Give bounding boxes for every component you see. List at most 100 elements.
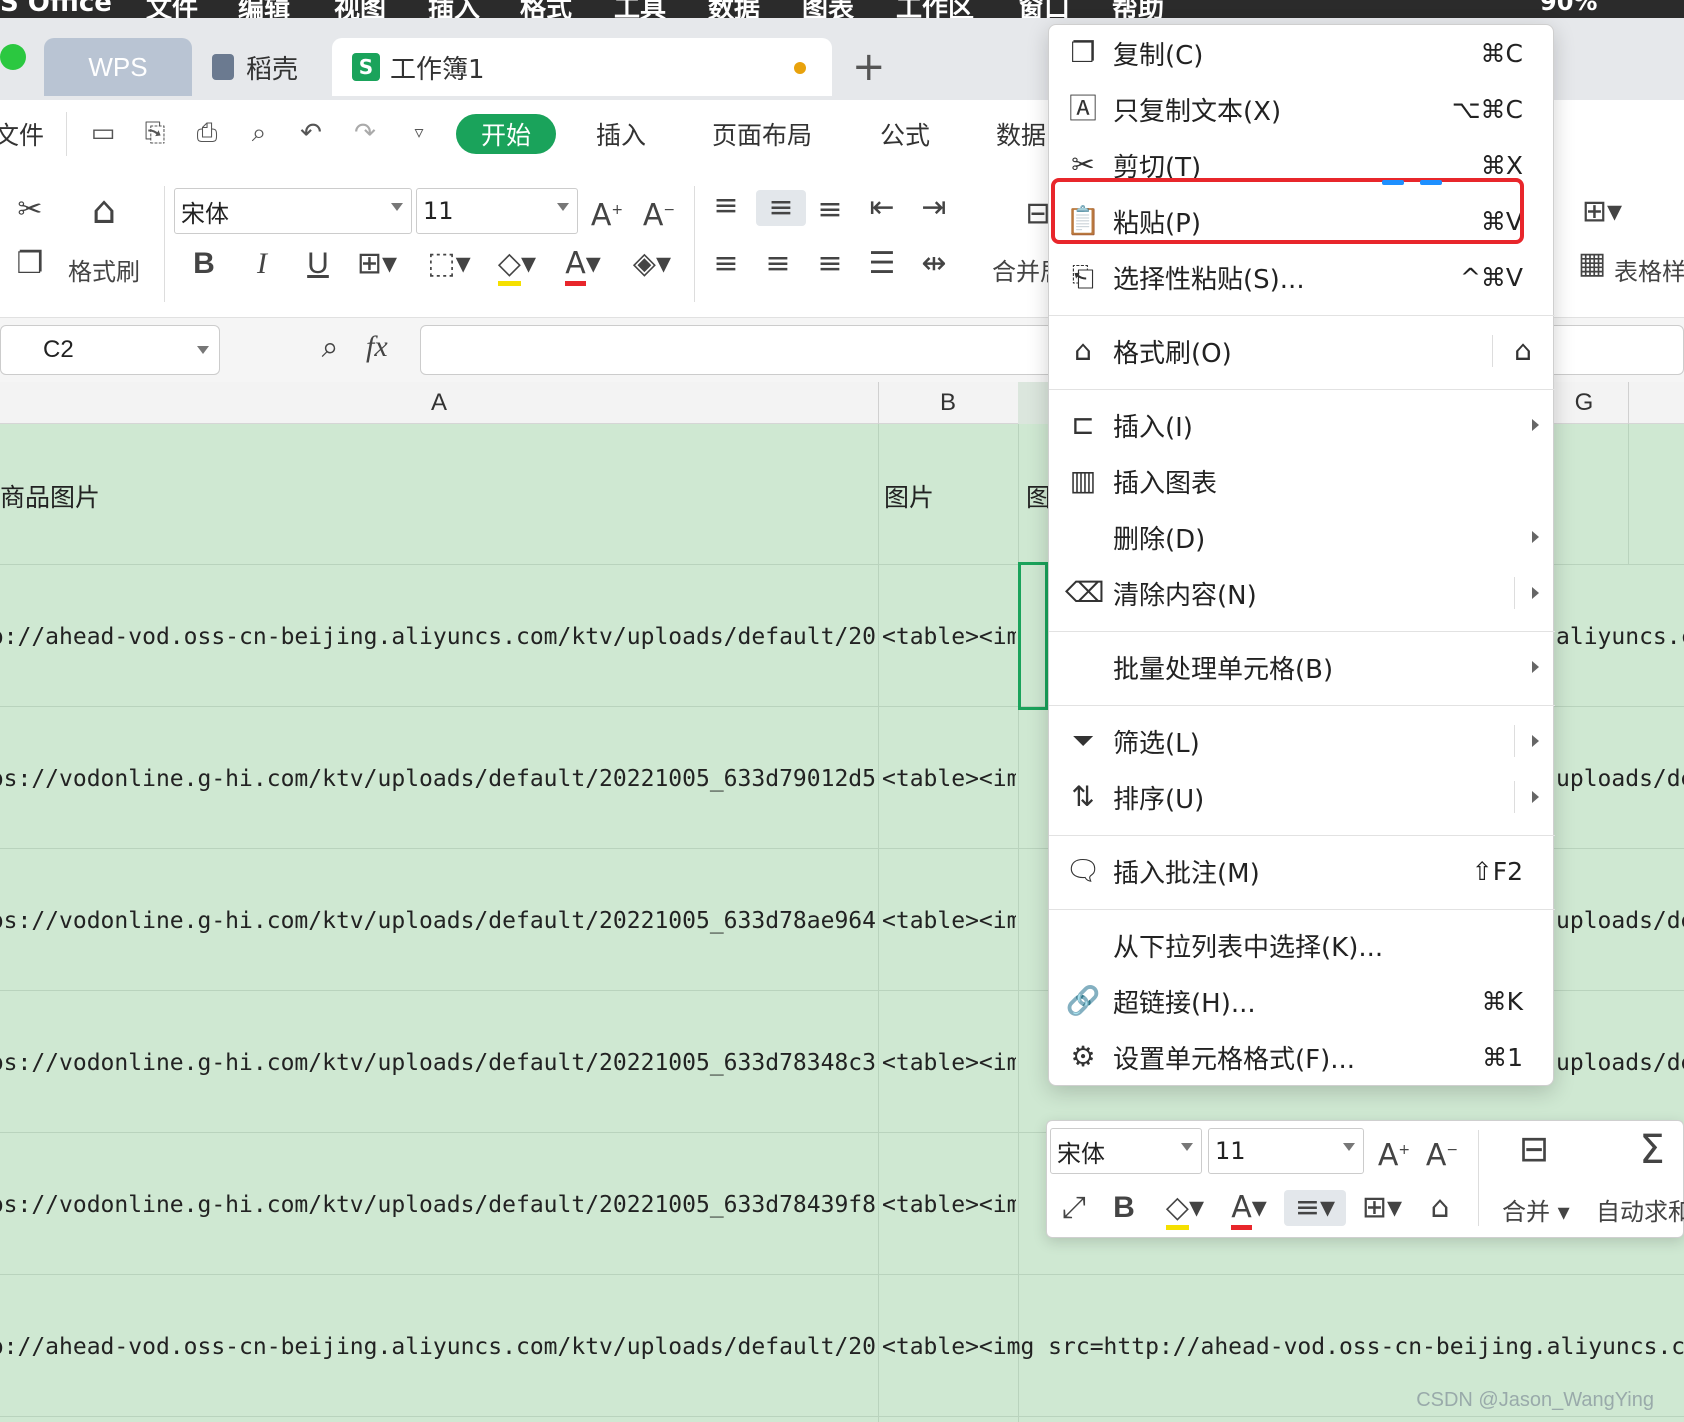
column-header-g[interactable]: G <box>1554 382 1614 424</box>
table-style-grid-icon[interactable]: ⊞▾ <box>1572 194 1632 230</box>
table-style-icon[interactable]: ▦ <box>1572 246 1612 282</box>
tab-data[interactable]: 数据 <box>996 116 1046 152</box>
font-color-icon[interactable]: A▾ <box>558 246 608 286</box>
mac-menu-help[interactable]: 帮助 <box>1112 0 1164 18</box>
align-right-icon[interactable]: ≡ <box>810 246 850 282</box>
tab-workbook[interactable]: S 工作簿1 <box>332 38 832 96</box>
mini-font-color-icon[interactable]: A▾ <box>1222 1190 1276 1230</box>
cell-b5[interactable]: <table><img <box>882 1050 1016 1076</box>
align-left-icon[interactable]: ≡ <box>706 246 746 282</box>
tab-daoke[interactable]: 稻壳 <box>206 38 336 96</box>
tab-start[interactable]: 开始 <box>456 114 556 154</box>
menu-item-pick-list[interactable]: 从下拉列表中选择(K)... <box>1049 917 1555 973</box>
tab-wps[interactable]: WPS <box>44 38 192 96</box>
mini-increase-font-icon[interactable]: A+ <box>1374 1132 1414 1174</box>
app-name[interactable]: S Office <box>0 0 112 18</box>
new-tab-button[interactable]: + <box>852 44 886 90</box>
cell-b6[interactable]: <table><img <box>882 1192 1016 1218</box>
menu-item-format-cells[interactable]: ⚙ 设置单元格格式(F)... ⌘1 <box>1049 1029 1555 1085</box>
menu-item-paste-special[interactable]: ⎗ 选择性粘贴(S)... ^⌘V <box>1049 249 1555 305</box>
cut-icon[interactable]: ✂ <box>10 192 50 228</box>
distribute-icon[interactable]: ⇹ <box>914 246 954 282</box>
cell-g5[interactable]: uploads/defau <box>1556 1050 1684 1076</box>
name-box[interactable]: C2 <box>0 325 220 375</box>
tab-page-layout[interactable]: 页面布局 <box>712 116 812 152</box>
font-name-select[interactable]: 宋体 <box>174 188 412 234</box>
increase-indent-icon[interactable]: ⇥ <box>914 190 954 226</box>
tab-formula[interactable]: 公式 <box>880 116 930 152</box>
mini-font-size-select[interactable]: 11 <box>1208 1128 1364 1174</box>
print-icon[interactable]: ⎙ <box>192 118 222 148</box>
clear-format-icon[interactable]: ◈▾ <box>624 246 680 282</box>
cell-a1[interactable]: 商品图片 <box>0 478 870 514</box>
align-bottom-icon[interactable]: ≡ <box>810 192 850 228</box>
format-painter-lock-icon[interactable]: ⌂ <box>1505 333 1541 369</box>
cell-g2[interactable]: aliyuncs.com <box>1556 624 1684 650</box>
menu-item-sort[interactable]: ⇅ 排序(U) <box>1049 769 1555 825</box>
cell-b7[interactable]: <table><img src=http://ahead-vod.oss-cn-… <box>882 1334 1684 1360</box>
undo-icon[interactable]: ↶ <box>296 118 326 148</box>
menu-item-format-painter[interactable]: ⌂ 格式刷(O) ⌂ <box>1049 323 1555 379</box>
mac-menu-tools[interactable]: 工具 <box>614 0 666 18</box>
menu-item-batch[interactable]: 批量处理单元格(B) <box>1049 639 1555 695</box>
decrease-font-icon[interactable]: A− <box>640 192 678 234</box>
underline-button[interactable]: U <box>300 246 336 282</box>
cell-style-icon[interactable]: ⬚▾ <box>420 246 478 282</box>
borders-icon[interactable]: ⊞▾ <box>352 246 402 282</box>
cell-g4[interactable]: uploads/defau <box>1556 908 1684 934</box>
mac-menu-data[interactable]: 数据 <box>708 0 760 18</box>
mac-menu-view[interactable]: 视图 <box>334 0 386 18</box>
file-menu-partial[interactable]: 文件 <box>0 116 44 152</box>
menu-item-insert-chart[interactable]: ▥ 插入图表 <box>1049 453 1555 509</box>
font-size-select[interactable]: 11 <box>416 188 578 234</box>
increase-font-icon[interactable]: A+ <box>588 192 626 234</box>
cell-a6[interactable]: https://vodonline.g-hi.com/ktv/uploads/d… <box>0 1192 876 1218</box>
menu-item-copy[interactable]: ❐ 复制(C) ⌘C <box>1049 25 1555 81</box>
print-preview-icon[interactable]: ⌕ <box>244 118 274 148</box>
cell-a5[interactable]: https://vodonline.g-hi.com/ktv/uploads/d… <box>0 1050 876 1076</box>
cell-b2[interactable]: <table><img <box>882 624 1016 650</box>
mini-format-painter-icon[interactable]: ⌂ <box>1420 1190 1460 1226</box>
mini-align-icon[interactable]: ≡▾ <box>1284 1190 1346 1226</box>
menu-item-delete[interactable]: 删除(D) <box>1049 509 1555 565</box>
column-header-a[interactable]: A <box>0 382 878 424</box>
customize-toolbar-icon[interactable]: ▿ <box>404 118 434 148</box>
cell-g3[interactable]: uploads/defau <box>1556 766 1684 792</box>
format-painter-label[interactable]: 格式刷 <box>68 252 140 287</box>
table-style-label[interactable]: 表格样式 <box>1614 252 1684 287</box>
align-center-icon[interactable]: ≡ <box>758 246 798 282</box>
italic-button[interactable]: I <box>244 246 280 282</box>
mini-bold-button[interactable]: B <box>1104 1190 1144 1226</box>
column-header-b[interactable]: B <box>878 382 1018 424</box>
mini-font-name-select[interactable]: 宋体 <box>1050 1128 1202 1174</box>
mini-decrease-font-icon[interactable]: A− <box>1422 1132 1462 1174</box>
mac-menu-workspace[interactable]: 工作区 <box>896 0 974 18</box>
fx-button[interactable]: fx <box>366 330 388 364</box>
menu-item-hyperlink[interactable]: 🔗 超链接(H)... ⌘K <box>1049 973 1555 1029</box>
decrease-indent-icon[interactable]: ⇤ <box>862 190 902 226</box>
align-middle-icon[interactable]: ≡ <box>756 190 806 226</box>
copy-icon[interactable]: ❐ <box>10 246 50 282</box>
cell-b1[interactable]: 图片 <box>884 478 1014 514</box>
zoom-search-icon[interactable]: ⌕ <box>310 330 350 366</box>
tab-insert[interactable]: 插入 <box>596 116 646 152</box>
menu-item-filter[interactable]: ⏷ 筛选(L) <box>1049 713 1555 769</box>
align-top-icon[interactable]: ≡ <box>706 188 746 224</box>
cell-a2[interactable]: http://ahead-vod.oss-cn-beijing.aliyuncs… <box>0 624 876 650</box>
mac-menu-window[interactable]: 窗口 <box>1018 0 1070 18</box>
mini-borders-icon[interactable]: ⊞▾ <box>1354 1190 1410 1226</box>
cell-b4[interactable]: <table><img <box>882 908 1016 934</box>
cell-a4[interactable]: https://vodonline.g-hi.com/ktv/uploads/d… <box>0 908 876 934</box>
mac-menu-insert[interactable]: 插入 <box>428 0 480 18</box>
redo-icon[interactable]: ↷ <box>350 118 380 148</box>
export-icon[interactable]: ⎘ <box>140 118 170 148</box>
merge-label[interactable]: 合并居中 <box>992 252 1048 287</box>
mac-menu-format[interactable]: 格式 <box>520 0 572 18</box>
save-icon[interactable]: ▭ <box>88 118 118 148</box>
cell-c1[interactable]: 图 <box>1026 478 1048 514</box>
cell-a3[interactable]: https://vodonline.g-hi.com/ktv/uploads/d… <box>0 766 876 792</box>
cell-a7[interactable]: http://ahead-vod.oss-cn-beijing.aliyuncs… <box>0 1334 876 1360</box>
mac-menu-file[interactable]: 文件 <box>146 0 198 18</box>
mac-menu-edit[interactable]: 编辑 <box>238 0 290 18</box>
cell-b3[interactable]: <table><img <box>882 766 1016 792</box>
